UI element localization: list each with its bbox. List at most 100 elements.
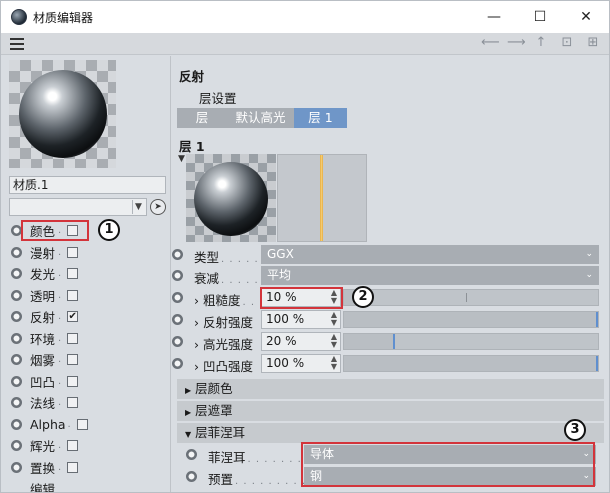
back-arrow-icon[interactable]: ⟵ (481, 35, 500, 50)
channel-checkbox[interactable] (67, 246, 79, 258)
tab-default-specular[interactable]: 默认高光 (227, 108, 294, 128)
left-panel: 材质.1 ▼ ➤ 颜色. 漫射. 发光. 透明. 反射. ✔ 环境. 烟雾. 凹凸. 法线. Alp… (1, 56, 171, 493)
channel-checkbox[interactable] (76, 418, 88, 430)
channel-label: 环境 (30, 331, 56, 347)
keyframe-radio[interactable] (186, 471, 197, 482)
leader-dots: . (58, 354, 63, 366)
highlight-roughness (260, 287, 343, 309)
channel-item[interactable]: 烟雾. (1, 349, 171, 371)
channel-checkbox[interactable] (67, 289, 79, 301)
channel-checkbox[interactable]: ✔ (67, 311, 79, 323)
keyframe-radio[interactable] (11, 289, 22, 301)
collapse-arrow-icon: ▼ (185, 430, 192, 439)
keyframe-radio[interactable] (11, 332, 22, 344)
keyframe-radio[interactable] (172, 249, 183, 260)
channel-item[interactable]: 透明. (1, 285, 171, 307)
keyframe-radio[interactable] (11, 397, 22, 409)
bump-strength-slider[interactable] (343, 355, 599, 372)
channel-item[interactable]: 环境. (1, 328, 171, 350)
maximize-button[interactable]: ☐ (517, 1, 563, 33)
channel-checkbox[interactable] (67, 332, 79, 344)
material-preview[interactable] (9, 60, 116, 168)
expand-arrow-icon: ▶ (185, 408, 192, 417)
group-layer-mask[interactable]: ▶ 层遮罩 (177, 401, 604, 421)
spinner-icon[interactable]: ▲ ▼ (331, 333, 337, 349)
material-name-field[interactable]: 材质.1 (9, 176, 166, 194)
keyframe-radio[interactable] (11, 246, 22, 258)
channel-checkbox[interactable] (67, 397, 79, 409)
channel-item[interactable]: 漫射. (1, 242, 171, 264)
keyframe-radio[interactable] (11, 354, 22, 366)
prop-roughness: › 粗糙度. . 10 % ▲ ▼ (172, 287, 609, 308)
channel-checkbox[interactable] (67, 461, 79, 473)
specular-strength-slider[interactable] (343, 333, 599, 350)
annotation-badge-1: 1 (98, 219, 120, 241)
channel-item[interactable]: 凹凸. (1, 371, 171, 393)
layer-tabs: 层 默认高光 层 1 (177, 108, 347, 128)
keyframe-radio[interactable] (172, 314, 183, 325)
keyframe-radio[interactable] (11, 311, 22, 323)
channel-item[interactable]: Alpha. (1, 414, 171, 436)
picker-arrow-icon[interactable]: ➤ (150, 199, 166, 215)
close-button[interactable]: ✕ (563, 1, 609, 33)
reflect-strength-slider[interactable] (343, 311, 599, 328)
channel-item[interactable]: 法线. (1, 392, 171, 414)
roughness-slider[interactable] (343, 289, 599, 306)
new-window-icon[interactable]: ⊞ (585, 35, 601, 50)
channel-item[interactable]: 编辑 (1, 478, 171, 493)
keyframe-radio[interactable] (11, 461, 22, 473)
reflect-strength-input[interactable]: 100 % ▲ ▼ (261, 310, 341, 329)
channel-label: 编辑 (30, 482, 56, 493)
lock-icon[interactable]: ⊡ (559, 35, 575, 50)
channel-item[interactable]: 置换. (1, 457, 171, 479)
group-layer-color[interactable]: ▶ 层颜色 (177, 379, 604, 399)
leader-dots: . (58, 397, 63, 409)
forward-arrow-icon[interactable]: ⟶ (507, 35, 526, 50)
layer-preview (186, 154, 276, 242)
keyframe-radio[interactable] (11, 268, 22, 280)
channel-checkbox[interactable] (67, 375, 79, 387)
layer-settings-label: 层设置 (199, 91, 237, 106)
channel-item[interactable]: 反射. ✔ (1, 306, 171, 328)
tab-layer[interactable]: 层 (177, 108, 227, 128)
slider-fill (344, 334, 395, 349)
attenuation-dropdown[interactable]: 平均 ⌄ (261, 266, 599, 285)
keyframe-radio[interactable] (11, 418, 22, 430)
material-dropdown[interactable]: ▼ (9, 198, 147, 216)
leader-dots: . (58, 440, 63, 452)
type-dropdown[interactable]: GGX ⌄ (261, 245, 599, 264)
channel-item[interactable]: 辉光. (1, 435, 171, 457)
channel-checkbox[interactable] (67, 354, 79, 366)
up-arrow-icon[interactable]: ↑ (533, 35, 549, 50)
channel-checkbox[interactable] (67, 440, 79, 452)
keyframe-radio[interactable] (186, 449, 197, 460)
keyframe-radio[interactable] (11, 440, 22, 452)
keyframe-radio[interactable] (172, 358, 183, 369)
keyframe-radio[interactable] (172, 292, 183, 303)
keyframe-radio[interactable] (172, 336, 183, 347)
spinner-icon[interactable]: ▲ ▼ (331, 355, 337, 371)
chevron-down-icon: ⌄ (585, 249, 593, 259)
roughness-label: › 粗糙度. . (194, 293, 256, 308)
channel-label: Alpha (30, 416, 66, 432)
hamburger-menu-icon[interactable] (10, 38, 24, 50)
channel-label: 辉光 (30, 439, 56, 455)
bump-strength-input[interactable]: 100 % ▲ ▼ (261, 354, 341, 373)
slider-fill (344, 312, 598, 327)
prop-attenuation: 衰减. . . . . . . . . . 平均⌄ (172, 265, 609, 286)
collapse-arrow-icon[interactable]: ▼ (178, 154, 185, 164)
group-layer-fresnel[interactable]: ▼ 层菲涅耳 (177, 423, 604, 443)
minimize-button[interactable]: — (471, 1, 517, 33)
keyframe-radio[interactable] (172, 270, 183, 281)
channel-label: 反射 (30, 310, 56, 326)
channel-checkbox[interactable] (67, 268, 79, 280)
specular-strength-input[interactable]: 20 % ▲ ▼ (261, 332, 341, 351)
channel-item[interactable]: 发光. (1, 263, 171, 285)
slider-fill (344, 356, 598, 371)
spinner-icon[interactable]: ▲ ▼ (331, 311, 337, 327)
keyframe-radio[interactable] (11, 375, 22, 387)
tab-layer-1[interactable]: 层 1 (294, 108, 347, 128)
chevron-down-icon: ⌄ (585, 270, 593, 280)
prop-bump-strength: › 凹凸强度 100 % ▲ ▼ (172, 353, 609, 374)
leader-dots: . (58, 246, 63, 258)
